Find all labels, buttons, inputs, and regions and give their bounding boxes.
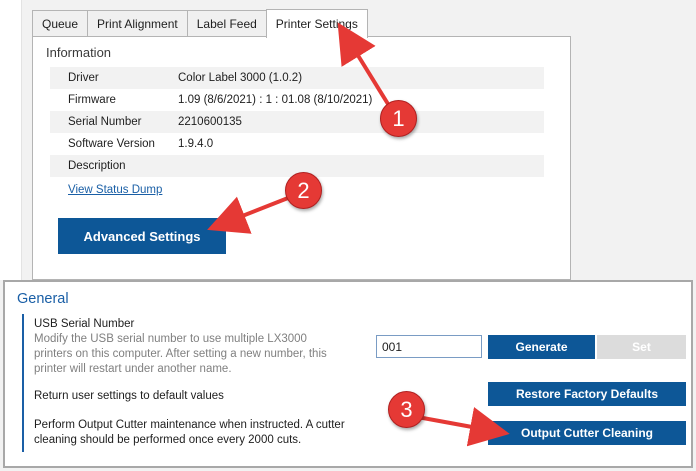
callout-badge-3: 3 xyxy=(388,391,425,428)
callout-arrows xyxy=(207,22,510,447)
callout-arrow-1 xyxy=(337,22,390,106)
callout-arrow-2 xyxy=(207,196,289,234)
callout-arrow-3 xyxy=(411,407,510,447)
callout-badge-1: 1 xyxy=(380,100,417,137)
callout-badge-2: 2 xyxy=(285,172,322,209)
